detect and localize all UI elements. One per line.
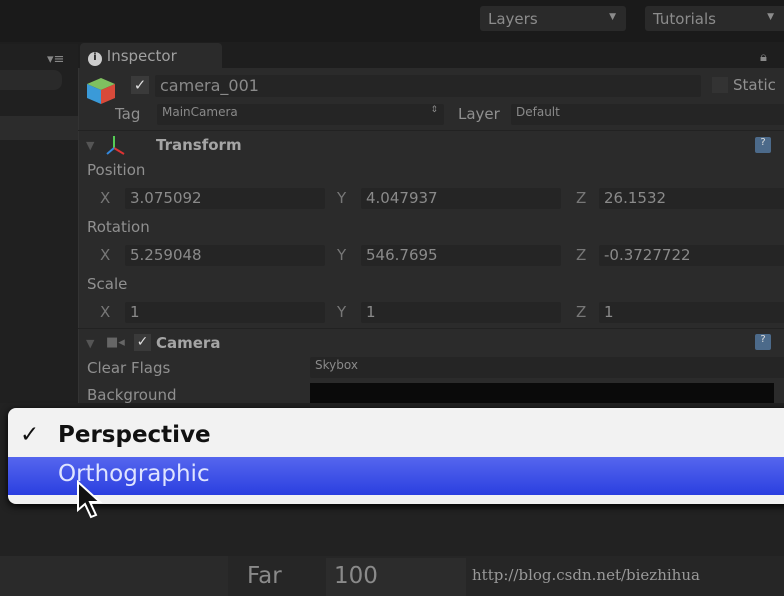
near-field[interactable] <box>0 556 228 596</box>
tag-dropdown[interactable]: MainCamera ⇕ <box>157 104 444 125</box>
background-color-field[interactable] <box>310 383 774 403</box>
layer-dropdown[interactable]: Default <box>511 104 784 125</box>
layers-dropdown[interactable]: Layers ▼ <box>480 6 626 31</box>
menu-item-perspective[interactable]: ✓ Perspective <box>8 418 784 456</box>
position-y-input[interactable]: 4.047937 <box>361 188 561 209</box>
menu-item-orthographic[interactable]: Orthographic <box>8 457 784 495</box>
help-icon[interactable]: ? <box>755 334 771 350</box>
projection-dropdown-menu: ✓ Perspective Orthographic <box>8 408 784 504</box>
divider <box>78 130 784 131</box>
gameobject-cube-icon <box>85 76 117 106</box>
camera-icon: ■◂ <box>106 335 125 350</box>
x-axis-label: X <box>100 246 111 264</box>
divider <box>78 328 784 329</box>
rotation-label: Rotation <box>87 218 150 236</box>
tag-value: MainCamera <box>162 105 238 119</box>
object-name-input[interactable]: camera_001 <box>155 75 701 97</box>
help-icon[interactable]: ? <box>755 137 771 153</box>
panel-menu-icon[interactable]: ▾≡ <box>47 52 64 67</box>
y-axis-label: Y <box>337 189 347 207</box>
layer-label: Layer <box>458 105 500 123</box>
rotation-y-input[interactable]: 546.7695 <box>361 245 561 266</box>
static-label: Static <box>733 76 776 94</box>
active-checkbox[interactable]: ✓ <box>131 76 149 94</box>
tutorials-dropdown[interactable]: Tutorials ▼ <box>645 6 784 31</box>
hierarchy-panel <box>0 44 78 404</box>
z-axis-label: Z <box>576 246 587 264</box>
scale-y-input[interactable]: 1 <box>361 302 561 323</box>
info-icon: i <box>88 52 102 66</box>
position-z-input[interactable]: 26.1532 <box>599 188 784 209</box>
z-axis-label: Z <box>576 303 587 321</box>
updown-icon: ⇕ <box>430 105 438 115</box>
camera-enabled-checkbox[interactable]: ✓ <box>134 334 151 351</box>
transform-icon <box>104 134 128 160</box>
hierarchy-selected-row[interactable] <box>0 116 78 140</box>
menu-item-label: Perspective <box>58 422 211 448</box>
check-icon: ✓ <box>20 422 40 448</box>
layers-label: Layers <box>488 10 538 28</box>
lock-icon[interactable]: 🔒︎ <box>760 50 767 65</box>
clear-flags-label: Clear Flags <box>87 359 171 377</box>
tag-label: Tag <box>115 105 141 123</box>
foldout-arrow-icon[interactable]: ▼ <box>86 337 94 350</box>
scale-x-input[interactable]: 1 <box>125 302 325 323</box>
tab-inspector[interactable]: i Inspector <box>80 43 222 69</box>
mouse-cursor-icon <box>76 479 106 524</box>
position-label: Position <box>87 161 146 179</box>
z-axis-label: Z <box>576 189 587 207</box>
scale-label: Scale <box>87 275 128 293</box>
dropdown-arrow-icon: ▼ <box>767 12 774 22</box>
far-input[interactable]: 100 <box>326 558 466 596</box>
hierarchy-search[interactable] <box>0 70 62 90</box>
camera-title: Camera <box>156 334 221 352</box>
position-x-input[interactable]: 3.075092 <box>125 188 325 209</box>
static-checkbox[interactable] <box>712 77 728 93</box>
watermark: http://blog.csdn.net/biezhihua <box>472 566 700 584</box>
clear-flags-dropdown[interactable]: Skybox <box>310 357 784 378</box>
far-label: Far <box>247 563 282 589</box>
rotation-x-input[interactable]: 5.259048 <box>125 245 325 266</box>
x-axis-label: X <box>100 189 111 207</box>
dropdown-arrow-icon: ▼ <box>609 12 616 22</box>
scale-z-input[interactable]: 1 <box>599 302 784 323</box>
y-axis-label: Y <box>337 303 347 321</box>
tutorials-label: Tutorials <box>653 10 716 28</box>
rotation-z-input[interactable]: -0.3727722 <box>599 245 784 266</box>
transform-title: Transform <box>156 136 242 154</box>
tab-label: Inspector <box>106 47 177 65</box>
x-axis-label: X <box>100 303 111 321</box>
y-axis-label: Y <box>337 246 347 264</box>
foldout-arrow-icon[interactable]: ▼ <box>86 139 94 152</box>
